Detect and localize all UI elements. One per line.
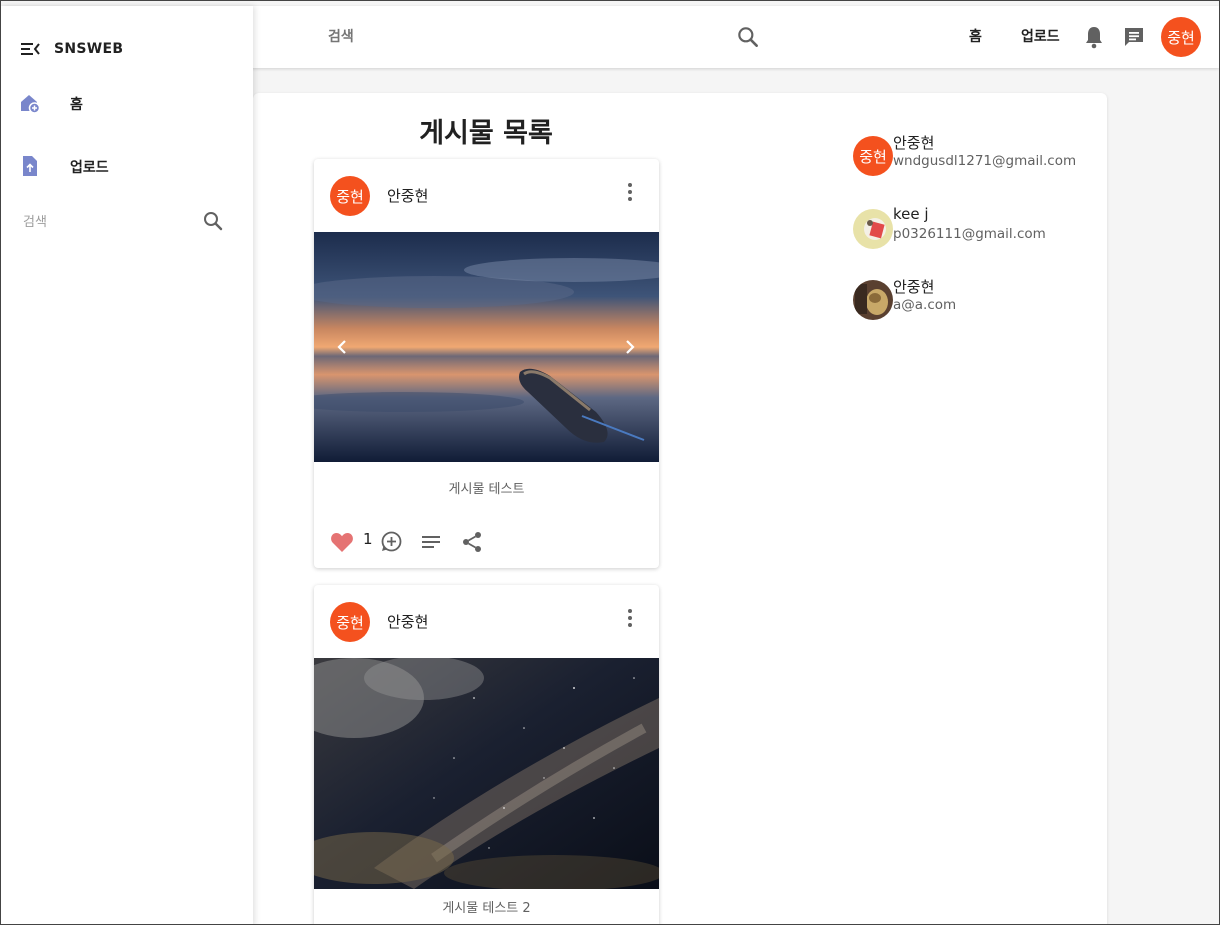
main-panel: 게시물 목록 중현 안중현 게시물 테스트 1 중현 안중현 게시물 테스트 2… <box>253 93 1107 924</box>
notes-icon[interactable] <box>420 531 442 557</box>
friend-item[interactable]: kee j p0326111@gmail.com <box>853 205 1093 253</box>
sidebar-item-label: 홈 <box>70 97 83 113</box>
sunset-boat-photo <box>314 232 659 462</box>
friend-item[interactable]: 안중현 a@a.com <box>853 278 1093 324</box>
avatar[interactable]: 중현 <box>330 602 370 642</box>
heart-icon[interactable] <box>330 531 354 557</box>
page-title: 게시물 목록 <box>419 118 553 149</box>
chevron-left-icon[interactable] <box>332 336 354 358</box>
sidebar-item-home[interactable]: 홈 <box>1 86 253 126</box>
search-icon[interactable] <box>735 24 761 50</box>
more-vert-icon[interactable] <box>620 607 640 629</box>
post-card: 중현 안중현 <box>314 585 659 924</box>
post-caption: 게시물 테스트 <box>448 482 525 497</box>
avatar: 중현 <box>853 136 893 176</box>
friend-name: kee j <box>893 205 929 223</box>
like-count: 1 <box>363 530 373 548</box>
avatar <box>853 280 893 320</box>
more-vert-icon[interactable] <box>620 181 640 203</box>
menu-open-icon[interactable] <box>19 40 41 58</box>
drawer-search-input[interactable]: 검색 <box>23 211 47 230</box>
friend-email: wndgusdl1271@gmail.com <box>893 153 1077 169</box>
post-author[interactable]: 안중현 <box>387 611 428 632</box>
post-caption: 게시물 테스트 2 <box>442 901 531 916</box>
top-search-input[interactable]: 검색 <box>328 26 354 46</box>
avatar[interactable]: 중현 <box>330 176 370 216</box>
nav-upload-link[interactable]: 업로드 <box>1021 26 1060 46</box>
side-drawer: SNSWEB 홈 업로드 검색 <box>1 6 253 924</box>
user-avatar[interactable]: 중현 <box>1161 17 1201 57</box>
sidebar-item-label: 업로드 <box>70 160 109 176</box>
sidebar-item-upload[interactable]: 업로드 <box>1 149 253 189</box>
post-author[interactable]: 안중현 <box>387 185 428 206</box>
chevron-right-icon[interactable] <box>618 336 640 358</box>
friend-email: p0326111@gmail.com <box>893 226 1046 242</box>
post-actions: 1 <box>314 529 659 555</box>
friend-name: 안중현 <box>893 278 935 296</box>
home-icon <box>19 92 41 114</box>
search-icon[interactable] <box>201 209 225 233</box>
friend-email: a@a.com <box>893 297 957 313</box>
post-card: 중현 안중현 <box>314 159 659 568</box>
chat-icon[interactable] <box>1122 25 1146 49</box>
browser-viewport: 검색 홈 업로드 중현 SNSWEB 홈 업로드 검색 게시물 목록 중현 안중… <box>0 0 1220 925</box>
friend-name: 안중현 <box>893 134 935 152</box>
nav-home-link[interactable]: 홈 <box>969 26 982 46</box>
add-comment-icon[interactable] <box>379 530 403 558</box>
brand-title: SNSWEB <box>54 41 124 57</box>
avatar <box>853 209 893 249</box>
friend-item[interactable]: 중현 안중현 wndgusdl1271@gmail.com <box>853 134 1093 180</box>
night-sky-photo <box>314 658 659 889</box>
bell-icon[interactable] <box>1083 25 1105 49</box>
share-icon[interactable] <box>460 530 484 558</box>
upload-file-icon <box>19 155 41 177</box>
